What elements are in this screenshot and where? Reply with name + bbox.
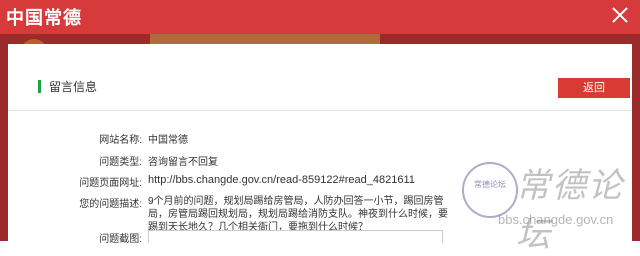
- window-titlebar: 中国常德: [0, 0, 640, 34]
- close-icon[interactable]: [610, 5, 630, 25]
- watermark-url: bbs.changde.gov.cn: [498, 212, 614, 227]
- watermark-seal-icon: 常德论坛: [462, 162, 518, 218]
- return-button[interactable]: 返回: [558, 78, 630, 98]
- field-label: 问题截图:: [99, 234, 142, 245]
- section-marker: [38, 80, 41, 93]
- field-label: 问题类型:: [99, 157, 142, 168]
- watermark-text: 常德论坛: [516, 166, 624, 255]
- section-title: 留言信息: [49, 80, 98, 94]
- window-title: 中国常德: [6, 8, 82, 28]
- field-label: 您的问题描述:: [79, 199, 142, 210]
- field-value: 咨询留言不回复: [148, 157, 218, 168]
- divider: [8, 110, 632, 111]
- field-value-description: 9个月前的问题，规划局踢给房管局，人防办回答一小节，踢回房管局，房管局踢回规划局…: [148, 196, 448, 233]
- field-value-url[interactable]: http://bbs.changde.gov.cn/read-859122#re…: [148, 174, 415, 186]
- screenshot-box: [148, 230, 443, 243]
- forum-watermark: 常德论坛 常德论坛 bbs.changde.gov.cn: [452, 152, 632, 255]
- watermark-seal-text: 常德论坛: [474, 180, 506, 189]
- field-label: 问题页面网址:: [79, 178, 142, 189]
- field-label: 网站名称:: [99, 135, 142, 146]
- field-value: 中国常德: [148, 135, 188, 146]
